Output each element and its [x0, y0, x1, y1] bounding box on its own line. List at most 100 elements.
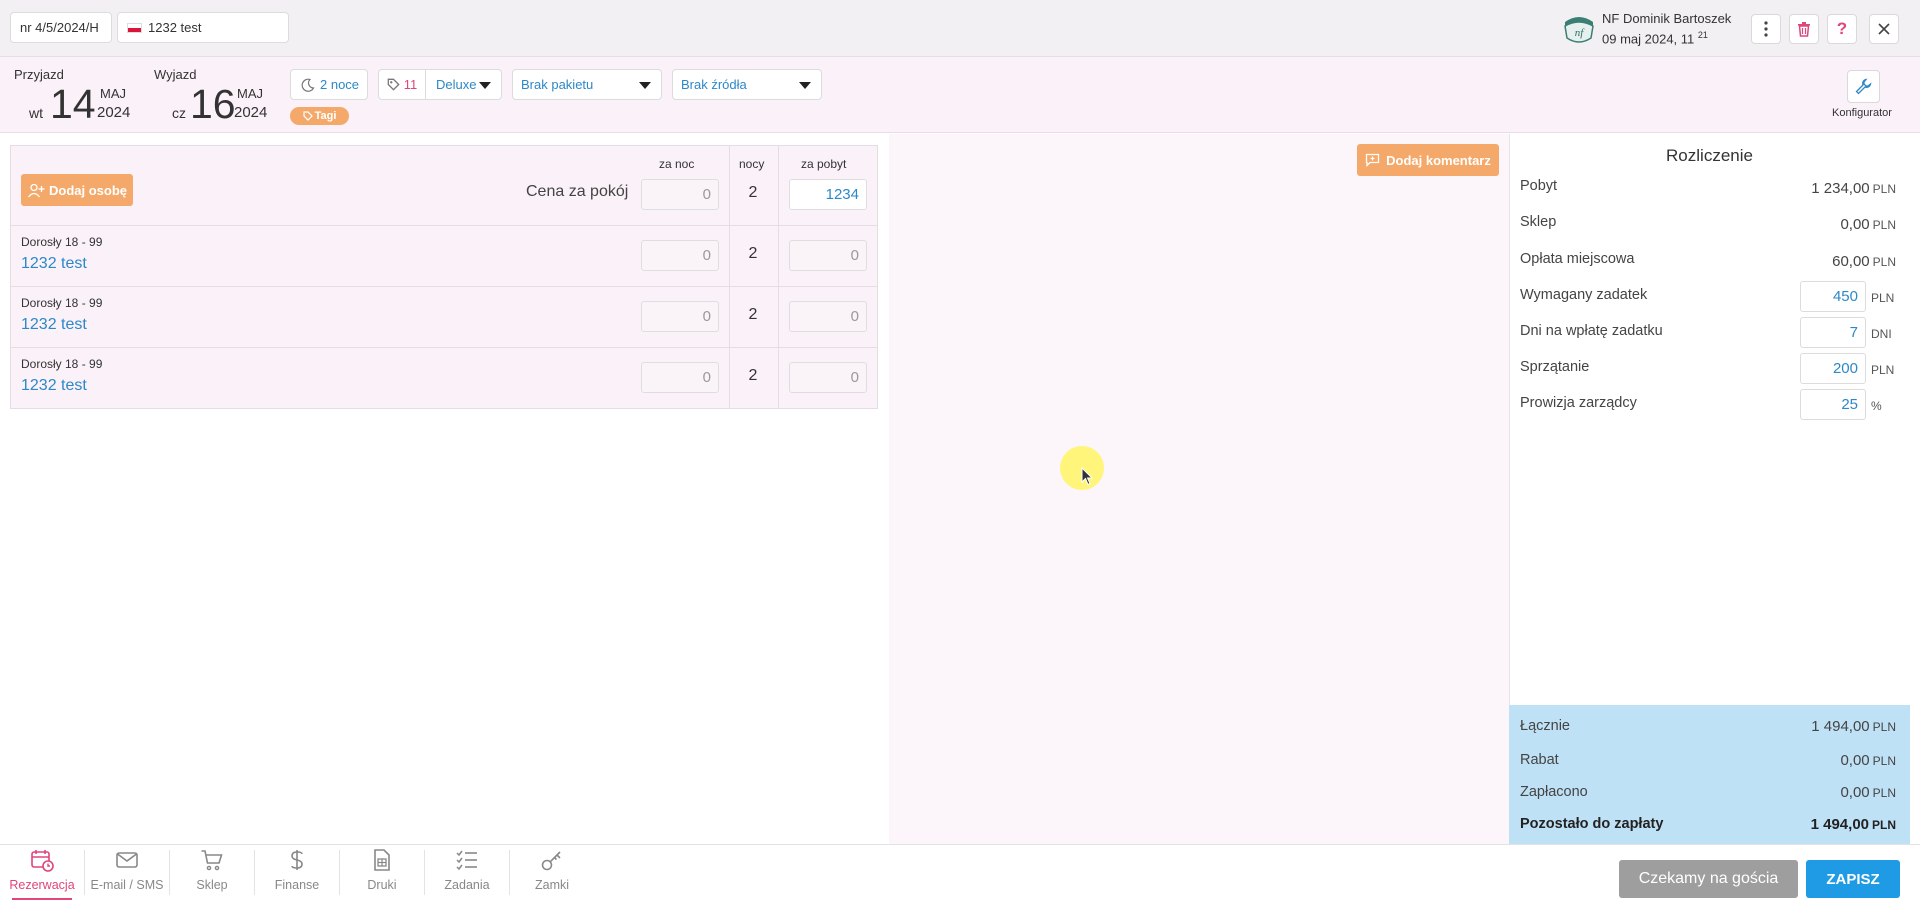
source-select[interactable]: Brak źródła	[672, 69, 822, 100]
arrival-label: Przyjazd	[14, 67, 64, 82]
company-logo-icon: nf	[1564, 16, 1594, 43]
tag-icon	[387, 78, 400, 91]
person-per-night-input[interactable]: 0	[641, 301, 719, 332]
nav-label: Rezerwacja	[9, 878, 75, 892]
cleaning-label: Sprzątanie	[1520, 359, 1590, 375]
nav-reservation[interactable]: Rezerwacja	[0, 848, 84, 900]
arrival-weekday: wt	[29, 105, 43, 121]
add-comment-button[interactable]: Dodaj komentarz	[1357, 144, 1499, 176]
mouse-pointer-icon	[1081, 467, 1094, 486]
nav-label: E-mail / SMS	[90, 878, 164, 892]
chevron-down-icon	[479, 82, 491, 89]
person-name-link[interactable]: 1232 test	[21, 255, 87, 273]
nav-label: Sklep	[196, 878, 228, 892]
room-selector[interactable]: 11 Deluxe	[378, 69, 502, 100]
nav-prints[interactable]: Druki	[340, 848, 424, 900]
departure-label: Wyjazd	[154, 67, 197, 82]
row-divider	[10, 225, 878, 226]
deposit-days-input[interactable]: 7	[1800, 317, 1866, 348]
user-info: nf NF Dominik Bartoszek 09 maj 2024, 11 …	[1562, 10, 1731, 47]
configurator-button[interactable]	[1847, 70, 1880, 103]
package-select[interactable]: Brak pakietu	[512, 69, 662, 100]
guest-name: 1232 test	[148, 20, 202, 35]
billing-title: Rozliczenie	[1666, 146, 1753, 165]
mail-icon	[116, 852, 138, 868]
deposit-input[interactable]: 450	[1800, 281, 1866, 312]
comment-icon	[1365, 153, 1380, 167]
room-type: Deluxe	[436, 77, 477, 92]
shop-label: Sklep	[1520, 214, 1557, 230]
add-person-label: Dodaj osobę	[48, 182, 127, 198]
help-icon: ?	[1836, 19, 1848, 38]
poland-flag-icon	[127, 22, 142, 33]
comments-pane	[889, 134, 1509, 844]
column-divider	[778, 146, 779, 408]
nights-count: 2 noce	[320, 77, 360, 92]
nav-shop[interactable]: Sklep	[170, 848, 254, 900]
nav-finance[interactable]: Finanse	[255, 848, 339, 900]
configurator-label: Konfigurator	[1832, 107, 1892, 119]
arrival-day-number[interactable]: 14	[50, 84, 96, 125]
room-price-label: Cena za pokój	[526, 183, 629, 200]
nights-button[interactable]: 2 noce	[290, 69, 368, 100]
deposit-label: Wymagany zadatek	[1520, 287, 1648, 303]
person-per-night-input[interactable]: 0	[641, 362, 719, 393]
guest-chip[interactable]: 1232 test	[117, 12, 289, 43]
stay-amount: 1 234,00 PLN	[1811, 180, 1896, 197]
save-button[interactable]: ZAPISZ	[1806, 860, 1900, 898]
departure-month: MAJ	[237, 86, 263, 101]
reservation-details-bar	[0, 57, 1920, 133]
discount-amount: 0,00 PLN	[1840, 752, 1896, 769]
nav-tasks[interactable]: Zadania	[425, 848, 509, 900]
nav-locks[interactable]: Zamki	[510, 848, 594, 900]
header-date: 09 maj 2024, 11 21	[1602, 30, 1708, 47]
add-user-icon	[27, 183, 45, 197]
person-name-link[interactable]: 1232 test	[21, 316, 87, 334]
commission-input[interactable]: 25	[1800, 389, 1866, 420]
deposit-unit: PLN	[1871, 291, 1895, 305]
total-label: Łącznie	[1520, 718, 1570, 734]
room-price-per-night-input[interactable]: 0	[641, 179, 719, 210]
person-per-night-input[interactable]: 0	[641, 240, 719, 271]
chevron-down-icon	[799, 82, 811, 89]
departure-day-number[interactable]: 16	[190, 84, 236, 125]
wrench-icon	[1855, 78, 1872, 95]
nav-label: Finanse	[274, 878, 320, 892]
tags-button[interactable]: Tagi	[290, 107, 349, 125]
reservation-number: nr 4/5/2024/H	[20, 20, 99, 35]
col-nights: nocy	[739, 157, 765, 171]
user-name: NF Dominik Bartoszek	[1602, 11, 1732, 26]
nav-email-sms[interactable]: E-mail / SMS	[85, 848, 169, 900]
nav-label: Druki	[367, 878, 397, 892]
waiting-for-guest-button[interactable]: Czekamy na gościa	[1619, 860, 1798, 898]
commission-label: Prowizja zarządcy	[1520, 395, 1637, 411]
shopping-cart-icon	[201, 850, 223, 871]
person-nights: 2	[748, 306, 758, 323]
departure-weekday: cz	[172, 105, 186, 121]
tag-icon	[302, 111, 313, 121]
col-per-stay: za pobyt	[801, 157, 847, 171]
close-button[interactable]	[1869, 14, 1899, 44]
local-fee-label: Opłata miejscowa	[1520, 251, 1635, 267]
package-value: Brak pakietu	[521, 77, 594, 92]
person-per-stay-input[interactable]: 0	[789, 240, 867, 271]
paid-label: Zapłacono	[1520, 784, 1588, 800]
document-icon	[374, 849, 390, 871]
moon-icon	[301, 78, 315, 92]
room-price-per-stay-input[interactable]: 1234	[789, 179, 867, 210]
person-category: Dorosły 18 - 99	[21, 296, 103, 310]
cleaning-input[interactable]: 200	[1800, 353, 1866, 384]
help-button[interactable]: ?	[1827, 14, 1857, 44]
delete-button[interactable]	[1789, 14, 1819, 44]
local-fee-amount: 60,00 PLN	[1832, 253, 1896, 270]
person-category: Dorosły 18 - 99	[21, 235, 103, 249]
person-name-link[interactable]: 1232 test	[21, 377, 87, 395]
more-menu-button[interactable]	[1751, 14, 1781, 44]
chevron-down-icon	[639, 82, 651, 89]
stay-label: Pobyt	[1520, 178, 1558, 194]
person-per-stay-input[interactable]: 0	[789, 362, 867, 393]
person-per-stay-input[interactable]: 0	[789, 301, 867, 332]
reservation-number-chip[interactable]: nr 4/5/2024/H	[10, 12, 112, 43]
total-amount: 1 494,00 PLN	[1811, 718, 1896, 735]
add-person-button[interactable]: Dodaj osobę	[21, 174, 133, 206]
